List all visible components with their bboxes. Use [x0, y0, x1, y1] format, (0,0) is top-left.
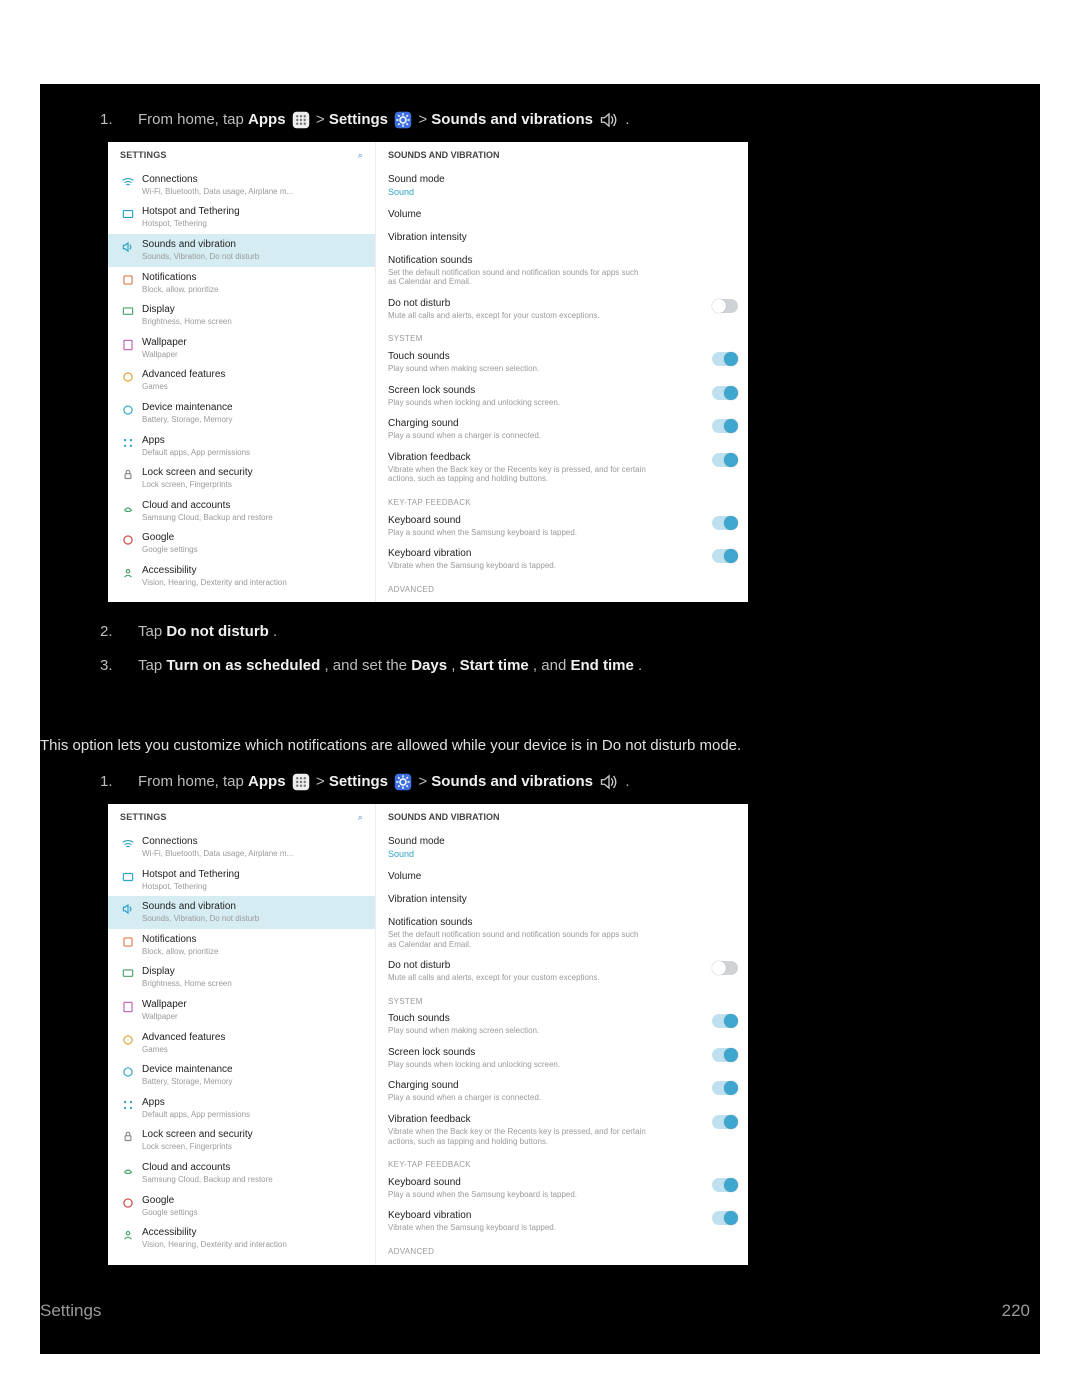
toggle-on	[712, 1048, 738, 1062]
settings-item: Hotspot and TetheringHotspot, Tethering	[108, 864, 375, 897]
step-num: 1.	[100, 108, 138, 132]
footer-left: Settings	[40, 1297, 101, 1324]
settings-item: AccessibilityVision, Hearing, Dexterity …	[108, 1222, 375, 1255]
paragraph: This option lets you customize which not…	[40, 734, 980, 758]
settings-item: Cloud and accountsSamsung Cloud, Backup …	[108, 495, 375, 528]
settings-item: Cloud and accountsSamsung Cloud, Backup …	[108, 1157, 375, 1190]
settings-item: Advanced featuresGames	[108, 364, 375, 397]
step-num: 1.	[100, 770, 138, 794]
toggle-on	[712, 352, 738, 366]
settings-item: Device maintenanceBattery, Storage, Memo…	[108, 1059, 375, 1092]
settings-item-selected: Sounds and vibrationSounds, Vibration, D…	[108, 234, 375, 267]
settings-item: Lock screen and securityLock screen, Fin…	[108, 1124, 375, 1157]
apps-icon	[292, 773, 310, 791]
settings-item: Device maintenanceBattery, Storage, Memo…	[108, 397, 375, 430]
settings-screenshot-1: SETTINGS⌕ ConnectionsWi-Fi, Bluetooth, D…	[108, 142, 748, 602]
search-icon: ⌕	[358, 150, 363, 161]
toggle-on	[712, 549, 738, 563]
toggle-on	[712, 1014, 738, 1028]
step-3: 3. Tap Turn on as scheduled , and set th…	[100, 654, 980, 678]
settings-item: Advanced featuresGames	[108, 1027, 375, 1060]
settings-item: Lock screen and securityLock screen, Fin…	[108, 462, 375, 495]
settings-item-selected: Sounds and vibrationSounds, Vibration, D…	[108, 896, 375, 929]
step-1b: 1. From home, tap Apps > Settings > Soun…	[100, 770, 980, 794]
settings-item: WallpaperWallpaper	[108, 994, 375, 1027]
settings-item: WallpaperWallpaper	[108, 332, 375, 365]
settings-item: NotificationsBlock, allow, prioritize	[108, 267, 375, 300]
apps-label: Apps	[248, 111, 286, 128]
step-2: 2. Tap Do not disturb .	[100, 620, 980, 644]
toggle-on	[712, 1178, 738, 1192]
step-num: 3.	[100, 654, 138, 678]
sounds-vib-label: Sounds and vibrations	[431, 111, 593, 128]
settings-label: Settings	[329, 111, 388, 128]
settings-item: ConnectionsWi-Fi, Bluetooth, Data usage,…	[108, 169, 375, 202]
settings-item: GoogleGoogle settings	[108, 1190, 375, 1223]
toggle-on	[712, 516, 738, 530]
speaker-icon	[599, 111, 619, 129]
settings-screenshot-2: SETTINGS⌕ ConnectionsWi-Fi, Bluetooth, D…	[108, 804, 748, 1264]
settings-item: DisplayBrightness, Home screen	[108, 961, 375, 994]
settings-item: Hotspot and TetheringHotspot, Tethering	[108, 201, 375, 234]
toggle-off	[712, 299, 738, 313]
step-1a: 1. From home, tap Apps > Settings > Soun…	[100, 108, 980, 132]
speaker-icon	[599, 773, 619, 791]
toggle-off	[712, 961, 738, 975]
settings-icon	[394, 111, 412, 129]
apps-icon	[292, 111, 310, 129]
toggle-on	[712, 386, 738, 400]
toggle-on	[712, 453, 738, 467]
doc-body: 1. From home, tap Apps > Settings > Soun…	[40, 84, 1040, 1354]
search-icon: ⌕	[358, 812, 363, 823]
settings-item: ConnectionsWi-Fi, Bluetooth, Data usage,…	[108, 831, 375, 864]
settings-item: DisplayBrightness, Home screen	[108, 299, 375, 332]
settings-item: AppsDefault apps, App permissions	[108, 430, 375, 463]
toggle-on	[712, 1115, 738, 1129]
settings-item: AppsDefault apps, App permissions	[108, 1092, 375, 1125]
toggle-on	[712, 419, 738, 433]
settings-item: AccessibilityVision, Hearing, Dexterity …	[108, 560, 375, 593]
toggle-on	[712, 1081, 738, 1095]
toggle-on	[712, 1211, 738, 1225]
step-num: 2.	[100, 620, 138, 644]
settings-item: NotificationsBlock, allow, prioritize	[108, 929, 375, 962]
footer-page: 220	[1002, 1297, 1030, 1324]
settings-icon	[394, 773, 412, 791]
settings-item: GoogleGoogle settings	[108, 527, 375, 560]
